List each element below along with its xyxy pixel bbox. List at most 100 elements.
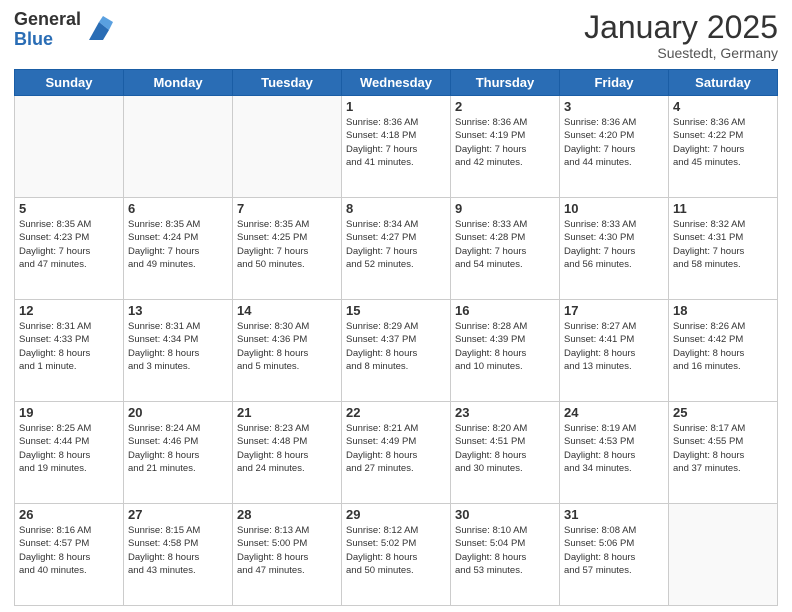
day-number: 15 <box>346 303 446 318</box>
day-number: 14 <box>237 303 337 318</box>
day-info: Sunrise: 8:36 AM Sunset: 4:19 PM Dayligh… <box>455 116 555 169</box>
day-info: Sunrise: 8:29 AM Sunset: 4:37 PM Dayligh… <box>346 320 446 373</box>
day-info: Sunrise: 8:27 AM Sunset: 4:41 PM Dayligh… <box>564 320 664 373</box>
table-row <box>233 96 342 198</box>
day-number: 28 <box>237 507 337 522</box>
day-number: 16 <box>455 303 555 318</box>
table-row: 22 Sunrise: 8:21 AM Sunset: 4:49 PM Dayli… <box>342 402 451 504</box>
month-title: January 2025 <box>584 10 778 45</box>
page-header: General Blue January 2025 Suestedt, Germ… <box>14 10 778 61</box>
table-row: 6Sunrise: 8:35 AM Sunset: 4:24 PM Daylig… <box>124 198 233 300</box>
logo-blue-text: Blue <box>14 30 81 50</box>
day-info: Sunrise: 8:35 AM Sunset: 4:25 PM Dayligh… <box>237 218 337 271</box>
day-number: 3 <box>564 99 664 114</box>
calendar-week-row: 12 Sunrise: 8:31 AM Sunset: 4:33 PM Dayli… <box>15 300 778 402</box>
day-info: Sunrise: 8:24 AM Sunset: 4:46 PM Dayligh… <box>128 422 228 475</box>
calendar-week-row: 1 Sunrise: 8:36 AM Sunset: 4:18 PM Daylig… <box>15 96 778 198</box>
table-row: 27 Sunrise: 8:15 AM Sunset: 4:58 PM Dayli… <box>124 504 233 606</box>
day-number: 8 <box>346 201 446 216</box>
table-row: 5 Sunrise: 8:35 AM Sunset: 4:23 PM Daylig… <box>15 198 124 300</box>
table-row: 20Sunrise: 8:24 AM Sunset: 4:46 PM Dayli… <box>124 402 233 504</box>
day-number: 30 <box>455 507 555 522</box>
logo-general-text: General <box>14 10 81 30</box>
table-row: 21Sunrise: 8:23 AM Sunset: 4:48 PM Dayli… <box>233 402 342 504</box>
calendar-week-row: 5 Sunrise: 8:35 AM Sunset: 4:23 PM Daylig… <box>15 198 778 300</box>
day-number: 11 <box>673 201 773 216</box>
day-number: 6 <box>128 201 228 216</box>
day-number: 17 <box>564 303 664 318</box>
day-info: Sunrise: 8:33 AM Sunset: 4:28 PM Dayligh… <box>455 218 555 271</box>
col-monday: Monday <box>124 70 233 96</box>
day-number: 2 <box>455 99 555 114</box>
day-info: Sunrise: 8:26 AM Sunset: 4:42 PM Dayligh… <box>673 320 773 373</box>
day-info: Sunrise: 8:21 AM Sunset: 4:49 PM Dayligh… <box>346 422 446 475</box>
table-row: 29Sunrise: 8:12 AM Sunset: 5:02 PM Dayli… <box>342 504 451 606</box>
day-info: Sunrise: 8:16 AM Sunset: 4:57 PM Dayligh… <box>19 524 119 577</box>
table-row: 18 Sunrise: 8:26 AM Sunset: 4:42 PM Dayli… <box>669 300 778 402</box>
calendar-week-row: 19 Sunrise: 8:25 AM Sunset: 4:44 PM Dayli… <box>15 402 778 504</box>
table-row <box>15 96 124 198</box>
day-info: Sunrise: 8:35 AM Sunset: 4:23 PM Dayligh… <box>19 218 119 271</box>
day-info: Sunrise: 8:13 AM Sunset: 5:00 PM Dayligh… <box>237 524 337 577</box>
col-thursday: Thursday <box>451 70 560 96</box>
table-row: 25 Sunrise: 8:17 AM Sunset: 4:55 PM Dayli… <box>669 402 778 504</box>
table-row: 2 Sunrise: 8:36 AM Sunset: 4:19 PM Daylig… <box>451 96 560 198</box>
calendar-table: Sunday Monday Tuesday Wednesday Thursday… <box>14 69 778 606</box>
day-info: Sunrise: 8:10 AM Sunset: 5:04 PM Dayligh… <box>455 524 555 577</box>
day-number: 27 <box>128 507 228 522</box>
day-info: Sunrise: 8:30 AM Sunset: 4:36 PM Dayligh… <box>237 320 337 373</box>
day-info: Sunrise: 8:33 AM Sunset: 4:30 PM Dayligh… <box>564 218 664 271</box>
col-wednesday: Wednesday <box>342 70 451 96</box>
table-row: 7 Sunrise: 8:35 AM Sunset: 4:25 PM Daylig… <box>233 198 342 300</box>
table-row: 17 Sunrise: 8:27 AM Sunset: 4:41 PM Dayli… <box>560 300 669 402</box>
day-number: 18 <box>673 303 773 318</box>
logo: General Blue <box>14 10 113 50</box>
table-row: 19 Sunrise: 8:25 AM Sunset: 4:44 PM Dayli… <box>15 402 124 504</box>
day-number: 9 <box>455 201 555 216</box>
day-info: Sunrise: 8:36 AM Sunset: 4:18 PM Dayligh… <box>346 116 446 169</box>
table-row: 31Sunrise: 8:08 AM Sunset: 5:06 PM Dayli… <box>560 504 669 606</box>
day-number: 29 <box>346 507 446 522</box>
day-number: 12 <box>19 303 119 318</box>
day-number: 24 <box>564 405 664 420</box>
day-number: 25 <box>673 405 773 420</box>
day-number: 26 <box>19 507 119 522</box>
title-area: January 2025 Suestedt, Germany <box>584 10 778 61</box>
day-info: Sunrise: 8:25 AM Sunset: 4:44 PM Dayligh… <box>19 422 119 475</box>
table-row: 14 Sunrise: 8:30 AM Sunset: 4:36 PM Dayli… <box>233 300 342 402</box>
day-info: Sunrise: 8:28 AM Sunset: 4:39 PM Dayligh… <box>455 320 555 373</box>
table-row: 1 Sunrise: 8:36 AM Sunset: 4:18 PM Daylig… <box>342 96 451 198</box>
col-tuesday: Tuesday <box>233 70 342 96</box>
day-number: 7 <box>237 201 337 216</box>
day-info: Sunrise: 8:32 AM Sunset: 4:31 PM Dayligh… <box>673 218 773 271</box>
location: Suestedt, Germany <box>584 45 778 61</box>
page-container: General Blue January 2025 Suestedt, Germ… <box>0 0 792 612</box>
calendar-week-row: 26 Sunrise: 8:16 AM Sunset: 4:57 PM Dayli… <box>15 504 778 606</box>
table-row: 28 Sunrise: 8:13 AM Sunset: 5:00 PM Dayli… <box>233 504 342 606</box>
day-info: Sunrise: 8:31 AM Sunset: 4:33 PM Dayligh… <box>19 320 119 373</box>
day-info: Sunrise: 8:23 AM Sunset: 4:48 PM Dayligh… <box>237 422 337 475</box>
table-row: 4Sunrise: 8:36 AM Sunset: 4:22 PM Daylig… <box>669 96 778 198</box>
table-row: 15 Sunrise: 8:29 AM Sunset: 4:37 PM Dayli… <box>342 300 451 402</box>
table-row: 10Sunrise: 8:33 AM Sunset: 4:30 PM Dayli… <box>560 198 669 300</box>
logo-icon <box>85 16 113 44</box>
day-number: 23 <box>455 405 555 420</box>
day-number: 22 <box>346 405 446 420</box>
table-row: 8Sunrise: 8:34 AM Sunset: 4:27 PM Daylig… <box>342 198 451 300</box>
table-row: 11 Sunrise: 8:32 AM Sunset: 4:31 PM Dayli… <box>669 198 778 300</box>
col-friday: Friday <box>560 70 669 96</box>
table-row: 24 Sunrise: 8:19 AM Sunset: 4:53 PM Dayli… <box>560 402 669 504</box>
table-row: 30 Sunrise: 8:10 AM Sunset: 5:04 PM Dayli… <box>451 504 560 606</box>
day-info: Sunrise: 8:15 AM Sunset: 4:58 PM Dayligh… <box>128 524 228 577</box>
day-number: 19 <box>19 405 119 420</box>
table-row <box>669 504 778 606</box>
day-number: 13 <box>128 303 228 318</box>
day-number: 5 <box>19 201 119 216</box>
day-info: Sunrise: 8:17 AM Sunset: 4:55 PM Dayligh… <box>673 422 773 475</box>
day-info: Sunrise: 8:19 AM Sunset: 4:53 PM Dayligh… <box>564 422 664 475</box>
col-saturday: Saturday <box>669 70 778 96</box>
day-number: 4 <box>673 99 773 114</box>
day-info: Sunrise: 8:31 AM Sunset: 4:34 PM Dayligh… <box>128 320 228 373</box>
table-row: 26 Sunrise: 8:16 AM Sunset: 4:57 PM Dayli… <box>15 504 124 606</box>
day-number: 1 <box>346 99 446 114</box>
